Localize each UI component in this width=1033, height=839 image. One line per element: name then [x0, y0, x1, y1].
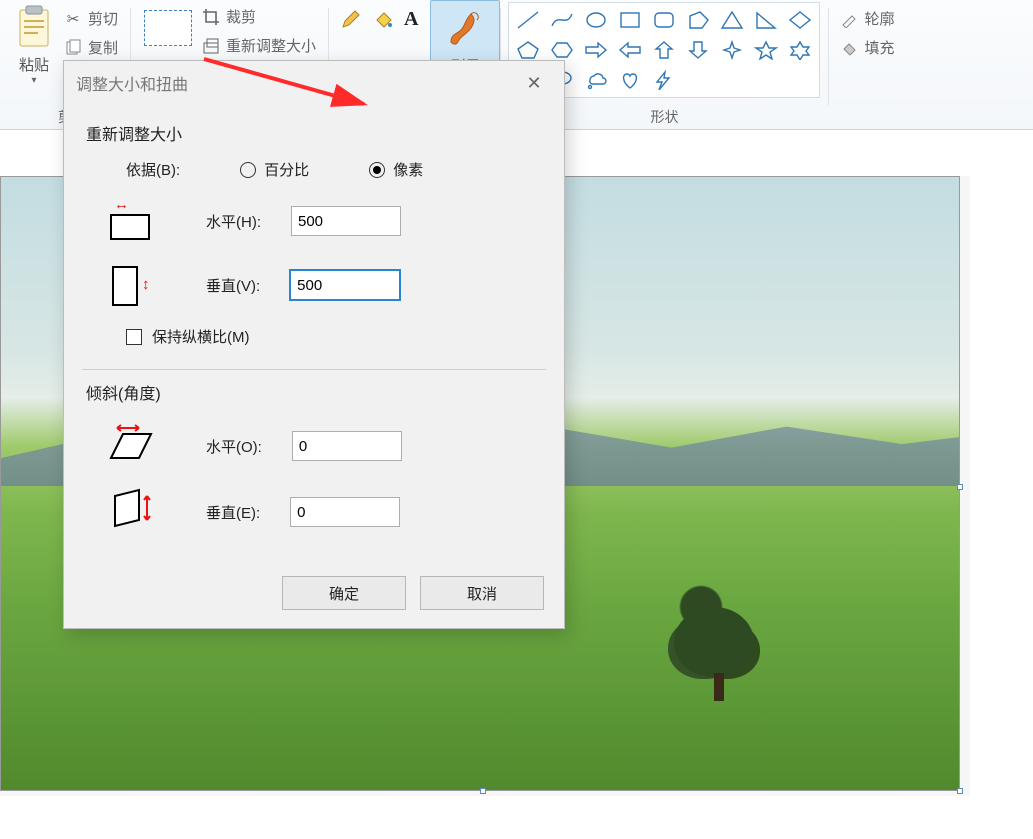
close-button[interactable]: ✕	[516, 73, 552, 94]
tree-decoration	[674, 607, 764, 697]
skew-vertical-icon	[105, 488, 157, 536]
scissors-icon: ✂	[64, 10, 82, 28]
skew-vertical-input[interactable]	[290, 497, 400, 527]
shape-roundrect[interactable]	[647, 5, 681, 35]
by-label: 依据(B):	[126, 159, 180, 180]
resize-button[interactable]: 重新调整大小	[198, 33, 320, 58]
cut-label: 剪切	[88, 8, 118, 29]
radio-pixels-label: 像素	[393, 159, 423, 180]
fill-button[interactable]: 填充	[836, 35, 898, 60]
outline-icon	[840, 10, 858, 28]
radio-icon	[240, 162, 256, 178]
shape-line[interactable]	[511, 5, 545, 35]
fill-label: 填充	[864, 37, 894, 58]
paste-button[interactable]: 粘贴 ▾	[8, 2, 60, 88]
select-rect-icon	[144, 10, 192, 46]
dialog-title: 调整大小和扭曲	[76, 71, 188, 95]
outline-label: 轮廓	[864, 8, 894, 29]
shape-star6[interactable]	[783, 35, 817, 65]
vertical-resize-icon: ↕	[106, 262, 156, 308]
copy-icon	[64, 39, 82, 57]
pencil-tool[interactable]	[340, 8, 362, 34]
text-tool[interactable]: A	[404, 8, 418, 31]
shape-arrow-down[interactable]	[681, 35, 715, 65]
shape-heart[interactable]	[613, 65, 647, 95]
shape-arrow-up[interactable]	[647, 35, 681, 65]
resize-handle-corner[interactable]	[957, 788, 963, 794]
shape-oval[interactable]	[579, 5, 613, 35]
radio-pixels[interactable]: 像素	[369, 159, 423, 180]
shape-callout-cloud[interactable]	[579, 65, 613, 95]
horizontal-label: 水平(H):	[206, 211, 261, 232]
skew-section-title: 倾斜(角度)	[86, 380, 542, 404]
outline-button[interactable]: 轮廓	[836, 6, 898, 31]
shape-star5[interactable]	[749, 35, 783, 65]
skew-horizontal-label: 水平(O):	[206, 436, 262, 457]
copy-label: 复制	[88, 37, 118, 58]
shape-star4[interactable]	[715, 35, 749, 65]
crop-icon	[202, 8, 220, 26]
resize-label: 重新调整大小	[226, 35, 316, 56]
crop-label: 裁剪	[226, 6, 256, 27]
horizontal-input[interactable]	[291, 206, 401, 236]
shape-arrow-right[interactable]	[579, 35, 613, 65]
dialog-titlebar[interactable]: 调整大小和扭曲 ✕	[64, 61, 564, 105]
shape-triangle[interactable]	[715, 5, 749, 35]
cancel-button[interactable]: 取消	[420, 576, 544, 610]
shape-polygon[interactable]	[681, 5, 715, 35]
copy-button[interactable]: 复制	[60, 35, 122, 60]
horizontal-resize-icon: ↔	[106, 198, 156, 244]
vertical-label: 垂直(V):	[206, 275, 260, 296]
shape-diamond[interactable]	[783, 5, 817, 35]
bucket-icon	[840, 39, 858, 57]
radio-percent-label: 百分比	[264, 159, 309, 180]
shapes-group-label: 形状	[650, 107, 678, 129]
divider	[82, 369, 546, 370]
skew-vertical-label: 垂直(E):	[206, 502, 260, 523]
ok-button[interactable]: 确定	[282, 576, 406, 610]
paste-label: 粘贴	[19, 54, 49, 75]
radio-icon	[369, 162, 385, 178]
outline-fill-group: 轮廓 填充	[828, 0, 906, 129]
shape-curve[interactable]	[545, 5, 579, 35]
skew-horizontal-icon	[105, 422, 157, 470]
chevron-down-icon: ▾	[31, 75, 36, 86]
radio-percent[interactable]: 百分比	[240, 159, 309, 180]
shape-right-triangle[interactable]	[749, 5, 783, 35]
resize-icon	[202, 37, 220, 55]
resize-section-title: 重新调整大小	[86, 121, 542, 145]
brush-icon	[441, 5, 489, 55]
resize-handle-right[interactable]	[957, 484, 963, 490]
resize-handle-bottom[interactable]	[480, 788, 486, 794]
resize-skew-dialog: 调整大小和扭曲 ✕ 重新调整大小 依据(B): 百分比 像素 ↔	[63, 60, 565, 629]
cut-button[interactable]: ✂ 剪切	[60, 6, 122, 31]
aspect-checkbox[interactable]	[126, 329, 142, 345]
shape-rect[interactable]	[613, 5, 647, 35]
aspect-label: 保持纵横比(M)	[152, 326, 250, 347]
clipboard-icon	[14, 4, 54, 54]
crop-button[interactable]: 裁剪	[198, 4, 320, 29]
shape-lightning[interactable]	[647, 65, 681, 95]
shape-arrow-left[interactable]	[613, 35, 647, 65]
vertical-input[interactable]	[290, 270, 400, 300]
fill-tool[interactable]	[372, 8, 394, 34]
skew-horizontal-input[interactable]	[292, 431, 402, 461]
